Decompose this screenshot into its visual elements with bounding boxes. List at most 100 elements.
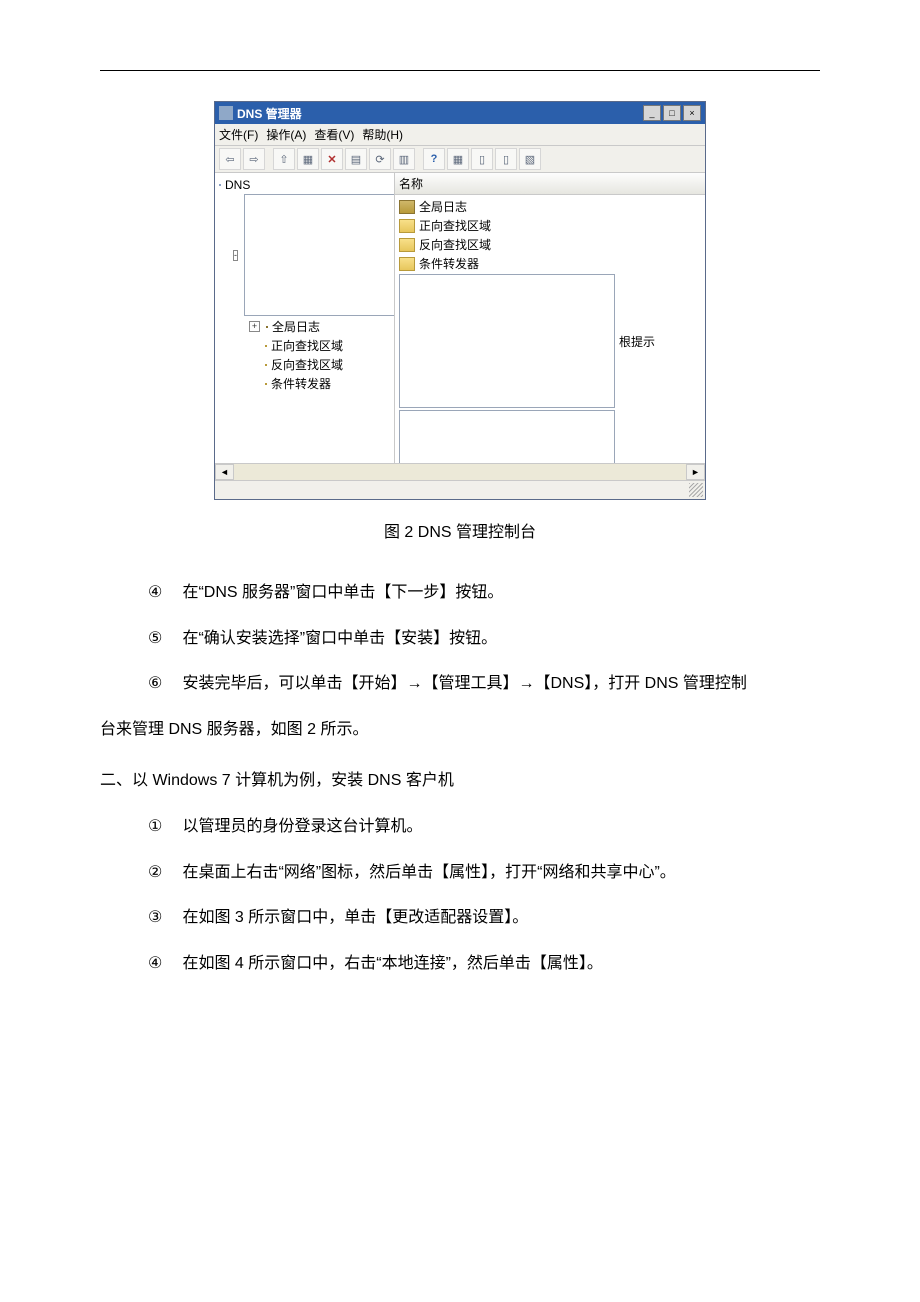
step-6-line1: ⑥ 安装完毕后，可以单击【开始】→【管理工具】→【DNS】，打开 DNS 管理控… — [100, 663, 820, 705]
step-text: 在“确认安装选择”窗口中单击【安装】按钮。 — [182, 630, 497, 647]
tree-root-label: DNS — [225, 178, 250, 192]
show-hide-tree-icon[interactable]: ▦ — [297, 148, 319, 170]
step-4: ④ 在“DNS 服务器”窗口中单击【下一步】按钮。 — [100, 572, 820, 614]
list-item-label: 条件转发器 — [419, 255, 479, 272]
close-button[interactable]: × — [683, 105, 701, 121]
refresh-icon[interactable]: ⟳ — [369, 148, 391, 170]
tree-pane: DNS - SERVER1 + 全局日志 正向查找区域 — [215, 173, 395, 463]
window-title: DNS 管理器 — [237, 105, 302, 122]
tree-forward-zone[interactable]: 正向查找区域 — [217, 336, 392, 355]
server-icon — [244, 194, 395, 316]
status-bar — [215, 480, 705, 499]
back-icon[interactable]: ⇦ — [219, 148, 241, 170]
window-controls: _ □ × — [643, 105, 701, 121]
toolbar-icon-4[interactable]: ▧ — [519, 148, 541, 170]
page-header-rule — [100, 70, 820, 71]
page-icon — [399, 274, 615, 408]
separator — [267, 148, 271, 168]
log-icon — [399, 200, 415, 214]
list-item[interactable]: 根提示 — [397, 273, 703, 409]
scroll-left-icon[interactable]: ◄ — [215, 464, 234, 480]
s2-step-3: ③ 在如图 3 所示窗口中，单击【更改适配器设置】。 — [100, 897, 820, 939]
tree-item-label: 正向查找区域 — [271, 337, 343, 354]
step-text: 以管理员的身份登录这台计算机。 — [182, 818, 422, 835]
toolbar-icon-2[interactable]: ▯ — [471, 148, 493, 170]
tree-server[interactable]: - SERVER1 — [217, 193, 392, 317]
log-icon — [266, 326, 268, 328]
minimize-button[interactable]: _ — [643, 105, 661, 121]
s2-step-2: ② 在桌面上右击“网络”图标，然后单击【属性】，打开“网络和共享中心”。 — [100, 852, 820, 894]
toolbar: ⇦ ⇨ ⇧ ▦ ✕ ▤ ⟳ ▥ ? ▦ ▯ ▯ ▧ — [215, 146, 705, 173]
help-icon[interactable]: ? — [423, 148, 445, 170]
list-item-label: 正向查找区域 — [419, 217, 491, 234]
folder-icon — [265, 383, 267, 385]
tree-global-log[interactable]: + 全局日志 — [217, 317, 392, 336]
step-5: ⑤ 在“确认安装选择”窗口中单击【安装】按钮。 — [100, 618, 820, 660]
tree-item-label: 条件转发器 — [271, 375, 331, 392]
menu-view[interactable]: 查看(V) — [314, 126, 354, 143]
toolbar-icon-1[interactable]: ▦ — [447, 148, 469, 170]
list-item[interactable]: 转发器 — [397, 409, 703, 463]
list-item[interactable]: 正向查找区域 — [397, 216, 703, 235]
menu-action[interactable]: 操作(A) — [266, 126, 306, 143]
resize-grip-icon[interactable] — [689, 483, 703, 497]
menu-help[interactable]: 帮助(H) — [362, 126, 403, 143]
properties-icon[interactable]: ▤ — [345, 148, 367, 170]
app-icon — [219, 106, 233, 120]
up-icon[interactable]: ⇧ — [273, 148, 295, 170]
step-number: ④ — [148, 572, 172, 614]
list-item-label: 反向查找区域 — [419, 236, 491, 253]
tree-root-dns[interactable]: DNS — [217, 177, 392, 193]
menu-bar: 文件(F) 操作(A) 查看(V) 帮助(H) — [215, 124, 705, 146]
list-item[interactable]: 反向查找区域 — [397, 235, 703, 254]
folder-icon — [399, 257, 415, 271]
dns-icon — [219, 184, 221, 186]
step-number: ④ — [148, 943, 172, 985]
folder-icon — [265, 364, 267, 366]
delete-icon[interactable]: ✕ — [321, 148, 343, 170]
forward-icon[interactable]: ⇨ — [243, 148, 265, 170]
dns-manager-window: DNS 管理器 _ □ × 文件(F) 操作(A) 查看(V) 帮助(H) ⇦ … — [214, 101, 706, 500]
step-text: 在如图 4 所示窗口中，右击“本地连接”，然后单击【属性】。 — [182, 955, 602, 972]
step-text: 在“DNS 服务器”窗口中单击【下一步】按钮。 — [182, 584, 503, 601]
step-number: ⑥ — [148, 663, 172, 705]
scroll-right-icon[interactable]: ► — [686, 464, 705, 480]
titlebar: DNS 管理器 _ □ × — [215, 102, 705, 124]
list-body: 全局日志 正向查找区域 反向查找区域 条件转发器 — [395, 195, 705, 463]
step-text: 安装完毕后，可以单击【开始】→【管理工具】→【DNS】，打开 DNS 管理控制 — [182, 675, 746, 692]
list-item[interactable]: 全局日志 — [397, 197, 703, 216]
step-number: ① — [148, 806, 172, 848]
col-name: 名称 — [399, 177, 423, 191]
menu-file[interactable]: 文件(F) — [219, 126, 258, 143]
step-number: ② — [148, 852, 172, 894]
toolbar-icon-3[interactable]: ▯ — [495, 148, 517, 170]
document-page: DNS 管理器 _ □ × 文件(F) 操作(A) 查看(V) 帮助(H) ⇦ … — [0, 0, 920, 1048]
page-icon — [399, 410, 615, 463]
folder-icon — [399, 238, 415, 252]
step-text: 在桌面上右击“网络”图标，然后单击【属性】，打开“网络和共享中心”。 — [182, 864, 675, 881]
list-pane: 名称 全局日志 正向查找区域 反向查找区域 — [395, 173, 705, 463]
content-area: DNS - SERVER1 + 全局日志 正向查找区域 — [215, 173, 705, 463]
s2-step-1: ① 以管理员的身份登录这台计算机。 — [100, 806, 820, 848]
step-text: 在如图 3 所示窗口中，单击【更改适配器设置】。 — [182, 909, 528, 926]
folder-icon — [399, 219, 415, 233]
list-item-label: 全局日志 — [419, 198, 467, 215]
s2-step-4: ④ 在如图 4 所示窗口中，右击“本地连接”，然后单击【属性】。 — [100, 943, 820, 985]
tree-cond-forwarder[interactable]: 条件转发器 — [217, 374, 392, 393]
figure-caption: 图 2 DNS 管理控制台 — [100, 518, 820, 542]
section-2-heading: 二、以 Windows 7 计算机为例，安装 DNS 客户机 — [100, 760, 820, 802]
list-column-header[interactable]: 名称 — [395, 173, 705, 195]
maximize-button[interactable]: □ — [663, 105, 681, 121]
step-number: ③ — [148, 897, 172, 939]
separator — [417, 148, 421, 168]
tree-reverse-zone[interactable]: 反向查找区域 — [217, 355, 392, 374]
list-item[interactable]: 条件转发器 — [397, 254, 703, 273]
expand-icon[interactable]: + — [249, 321, 260, 332]
scroll-track[interactable] — [234, 464, 686, 480]
tree-item-label: 反向查找区域 — [271, 356, 343, 373]
collapse-icon[interactable]: - — [233, 250, 238, 261]
step-6-line2: 台来管理 DNS 服务器，如图 2 所示。 — [100, 709, 820, 751]
tree-item-label: 全局日志 — [272, 318, 320, 335]
horizontal-scrollbar[interactable]: ◄ ► — [215, 463, 705, 480]
export-icon[interactable]: ▥ — [393, 148, 415, 170]
